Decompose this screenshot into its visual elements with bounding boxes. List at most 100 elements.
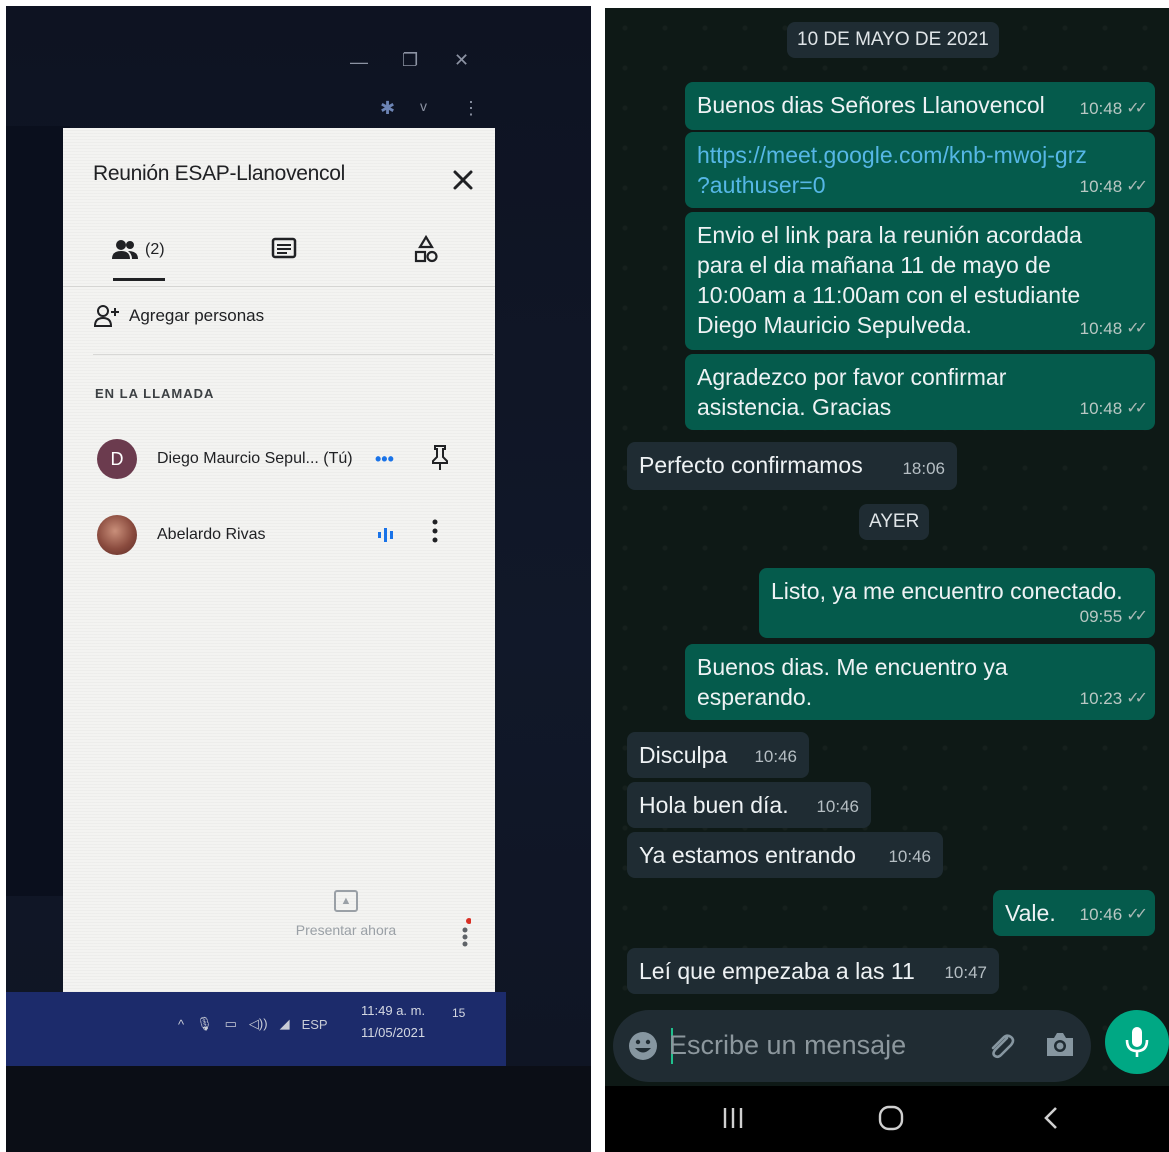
activities-shapes-icon — [414, 235, 438, 263]
pin-icon[interactable] — [429, 444, 451, 472]
message-time: 10:47 — [944, 963, 987, 982]
date-separator: 10 DE MAYO DE 2021 — [787, 22, 999, 58]
audio-level-icon — [378, 528, 393, 542]
more-options-icon[interactable] — [461, 918, 471, 948]
incoming-message[interactable]: Hola buen día. 10:46 — [627, 782, 871, 828]
camera-icon[interactable] — [1043, 1030, 1077, 1060]
meet-link-continued[interactable]: ?authuser=0 — [697, 170, 1143, 200]
incoming-message[interactable]: Ya estamos entrando 10:46 — [627, 832, 943, 878]
outgoing-message[interactable]: Buenos dias Señores Llanovencol 10:48 ✓✓ — [685, 82, 1155, 130]
microphone-icon[interactable]: 🎙 — [196, 1016, 213, 1032]
double-check-icon: ✓✓ — [1126, 400, 1148, 417]
attach-clip-icon[interactable] — [985, 1030, 1017, 1062]
restore-icon[interactable]: ❐ — [402, 50, 418, 71]
message-line: Diego Mauricio Sepulveda. — [697, 312, 972, 338]
incoming-message[interactable]: Leí que empezaba a las 11 10:47 — [627, 948, 999, 994]
add-people-label: Agregar personas — [129, 306, 265, 325]
message-composer[interactable]: Escribe un mensaje — [613, 1010, 1091, 1082]
add-people-button[interactable]: Agregar personas — [93, 304, 264, 328]
participant-row[interactable]: D Diego Maurcio Sepul... (Tú) ••• — [97, 436, 497, 482]
taskbar-clock[interactable]: 11:49 a. m. 11/05/2021 — [361, 1000, 425, 1044]
tab-indicator — [113, 278, 165, 281]
chevron-down-icon[interactable]: v — [420, 98, 427, 114]
background-window — [6, 126, 70, 896]
volume-icon[interactable]: ◁)) — [249, 1016, 268, 1032]
outgoing-message[interactable]: Listo, ya me encuentro conectado. 09:55 ✓… — [759, 568, 1155, 638]
tab-activities[interactable] — [413, 228, 439, 272]
notification-count: 15 — [452, 1006, 466, 1020]
back-icon[interactable] — [1041, 1104, 1061, 1132]
date-separator: AYER — [859, 504, 930, 540]
message-time: 10:46 — [888, 847, 931, 866]
recent-apps-icon[interactable] — [721, 1104, 745, 1132]
meet-link[interactable]: https://meet.google.com/knb-mwoj-grz — [697, 140, 1143, 170]
windows-taskbar: ^ 🎙 ▭ ◁)) ◢ ESP 11:49 a. m. 11/05/2021 1… — [6, 992, 506, 1066]
panel-tabs: (2) — [63, 228, 495, 278]
incoming-message[interactable]: Disculpa 10:46 — [627, 732, 809, 778]
chat-icon — [271, 237, 297, 259]
speaking-dots-icon: ••• — [375, 448, 394, 469]
tab-people[interactable]: (2) — [111, 228, 165, 272]
microphone-icon — [1125, 1027, 1149, 1057]
double-check-icon: ✓✓ — [1126, 178, 1148, 195]
notification-center-icon[interactable]: 15 — [452, 1006, 465, 1020]
wifi-icon[interactable]: ◢ — [280, 1016, 290, 1032]
message-line: Envio el link para la reunión acordada — [697, 222, 1082, 248]
language-indicator[interactable]: ESP — [302, 1017, 328, 1032]
avatar — [97, 515, 137, 555]
chevron-up-icon[interactable]: ^ — [178, 1017, 184, 1032]
message-line: esperando. — [697, 684, 813, 710]
panel-title: Reunión ESAP-Llanovencol — [93, 162, 345, 185]
message-line: 10:00am a 11:00am con el estudiante — [697, 282, 1081, 308]
participant-row[interactable]: Abelardo Rivas — [97, 512, 497, 558]
close-icon[interactable] — [451, 168, 475, 192]
message-time: 10:46 — [816, 797, 859, 816]
more-options-icon[interactable] — [431, 518, 439, 544]
message-time: 10:46 — [1079, 905, 1123, 924]
message-time: 10:48 — [1079, 177, 1123, 196]
whatsapp-phone-screenshot: 10 DE MAYO DE 2021 Buenos dias Señores L… — [605, 8, 1169, 1152]
outgoing-message[interactable]: https://meet.google.com/knb-mwoj-grz ?au… — [685, 132, 1155, 208]
double-check-icon: ✓✓ — [1126, 906, 1148, 923]
system-tray: ^ 🎙 ▭ ◁)) ◢ ESP — [178, 1016, 328, 1032]
voice-message-button[interactable] — [1105, 1010, 1169, 1074]
avatar: D — [97, 439, 137, 479]
participant-name: Abelardo Rivas — [157, 526, 266, 543]
present-now-label: Presentar ahora — [295, 922, 397, 938]
outgoing-message[interactable]: Envio el link para la reunión acordada p… — [685, 212, 1155, 350]
message-text: Vale. — [1005, 900, 1056, 926]
outgoing-message[interactable]: Agradezco por favor confirmar asistencia… — [685, 354, 1155, 430]
android-navigation-bar — [605, 1086, 1169, 1152]
message-line: para el dia mañana 11 de mayo de — [697, 252, 1051, 278]
double-check-icon: ✓✓ — [1126, 608, 1148, 625]
home-icon[interactable] — [877, 1104, 905, 1132]
message-text: Disculpa — [639, 742, 728, 768]
laptop-photo: — ❐ ✕ ✱ v ⋮ Reunión ESAP-Llanovencol (2) — [6, 6, 591, 1152]
double-check-icon: ✓✓ — [1126, 100, 1148, 117]
incoming-message[interactable]: Perfecto confirmamos 18:06 — [627, 442, 957, 490]
double-check-icon: ✓✓ — [1126, 690, 1148, 707]
people-count: (2) — [145, 241, 165, 258]
emoji-icon[interactable] — [627, 1030, 659, 1062]
message-text: Hola buen día. — [639, 792, 789, 818]
message-time: 18:06 — [902, 459, 945, 478]
divider — [93, 354, 493, 355]
people-icon — [112, 240, 138, 259]
message-text: Ya estamos entrando — [639, 842, 856, 868]
close-window-icon[interactable]: ✕ — [454, 50, 469, 71]
extension-puzzle-icon[interactable]: ✱ — [380, 98, 395, 119]
outgoing-message[interactable]: Vale. 10:46 ✓✓ — [993, 890, 1155, 936]
outgoing-message[interactable]: Buenos dias. Me encuentro ya esperando. … — [685, 644, 1155, 720]
section-heading: EN LA LLAMADA — [95, 386, 215, 401]
screenshot-collage: — ❐ ✕ ✱ v ⋮ Reunión ESAP-Llanovencol (2) — [0, 0, 1169, 1152]
browser-menu-icon[interactable]: ⋮ — [462, 98, 480, 119]
add-person-icon — [93, 305, 119, 327]
minimize-icon[interactable]: — — [350, 52, 368, 73]
present-now-button[interactable]: ▲ Presentar ahora — [276, 890, 416, 938]
message-input[interactable]: Escribe un mensaje — [669, 1030, 906, 1061]
message-time: 10:46 — [754, 747, 797, 766]
message-text: Buenos dias Señores Llanovencol — [697, 92, 1045, 118]
present-screen-icon: ▲ — [334, 890, 358, 912]
tab-chat[interactable] — [271, 228, 297, 272]
battery-icon[interactable]: ▭ — [225, 1016, 237, 1032]
